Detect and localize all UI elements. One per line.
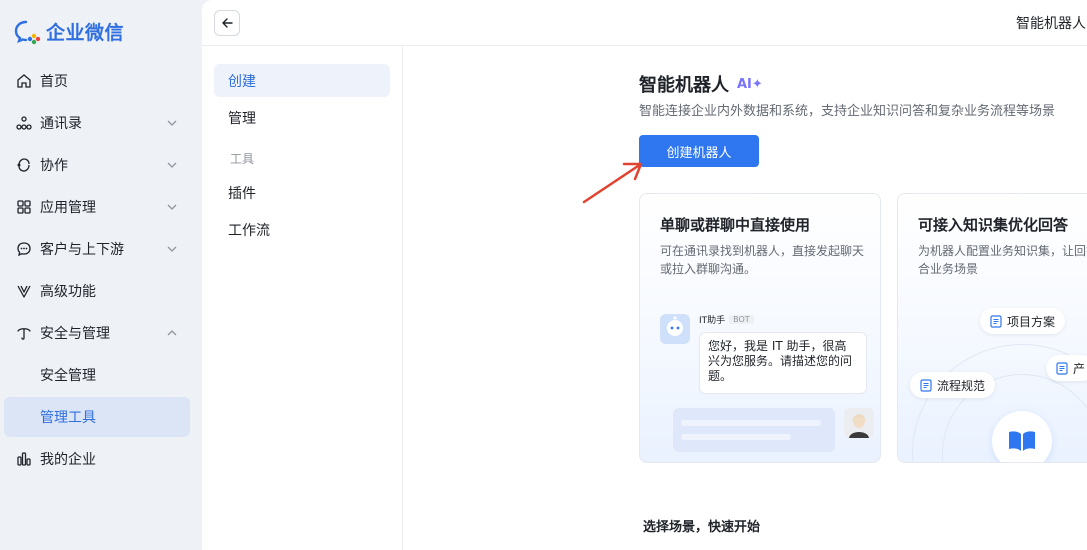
home-icon <box>17 74 31 88</box>
back-button[interactable] <box>214 10 240 36</box>
sidebar-item-security-admin[interactable]: 安全与管理 <box>4 313 190 353</box>
chat-bubble: 您好，我是 IT 助手，很高兴为您服务。请描述您的问题。 <box>699 332 867 394</box>
sidebar-item-label: 安全与管理 <box>40 326 110 342</box>
robot-icon <box>667 316 683 336</box>
sidebar-item-my-company[interactable]: 我的企业 <box>4 439 190 479</box>
create-robot-button[interactable]: 创建机器人 <box>639 135 759 167</box>
sidebar-item-label: 应用管理 <box>40 200 96 216</box>
knowledge-chip: 项目方案 <box>980 308 1066 334</box>
apps-icon <box>17 200 31 214</box>
chat-icon <box>17 242 31 257</box>
sidebar-item-collab[interactable]: 协作 <box>4 145 190 185</box>
company-icon <box>17 452 31 466</box>
security-icon <box>17 328 31 340</box>
advanced-icon <box>17 285 31 298</box>
user-avatar <box>844 408 874 438</box>
sidebar-item-customers[interactable]: 客户与上下游 <box>4 229 190 269</box>
bot-tag: BOT <box>729 315 754 324</box>
page-title-text: 智能机器人 <box>639 75 729 96</box>
page-title: 智能机器人 AI✦ <box>639 71 763 97</box>
reply-placeholder <box>673 408 835 452</box>
chevron-down-icon <box>167 246 177 252</box>
chip-label: 流程规范 <box>937 378 986 393</box>
sidebar-item-label: 安全管理 <box>40 368 96 384</box>
collab-icon <box>17 158 30 172</box>
bot-name: IT助手 BOT <box>699 313 754 326</box>
section-title: 选择场景，快速开始 <box>643 520 761 535</box>
chip-label: 项目方案 <box>1007 314 1056 329</box>
sidebar-item-apps[interactable]: 应用管理 <box>4 187 190 227</box>
knowledge-book <box>992 411 1052 462</box>
sidebar-item-admin-tools[interactable]: 管理工具 <box>4 397 190 437</box>
chevron-down-icon <box>167 120 177 126</box>
subnav-item-manage[interactable]: 管理 <box>214 101 390 134</box>
top-bar: 智能机器人 <box>202 0 1087 46</box>
arrow-left-icon <box>222 18 233 28</box>
sidebar-item-label: 协作 <box>40 158 68 174</box>
sidebar-item-contacts[interactable]: 通讯录 <box>4 103 190 143</box>
sidebar-item-label: 我的企业 <box>40 452 96 468</box>
wecom-logo-icon <box>14 20 41 44</box>
sidebar-item-security-management[interactable]: 安全管理 <box>4 355 190 395</box>
sidebar-item-advanced[interactable]: 高级功能 <box>4 271 190 311</box>
reply-line <box>681 434 791 440</box>
annotation-arrow-icon <box>582 162 643 204</box>
page-header-title: 智能机器人 <box>1016 16 1086 32</box>
sidebar-item-label: 通讯录 <box>40 116 82 132</box>
card-title: 可接入知识集优化回答 <box>918 216 1069 234</box>
ai-badge: AI✦ <box>737 76 763 92</box>
knowledge-chip: 产 <box>1046 355 1087 381</box>
card-description: 为机器人配置业务知识集，让回答更契合业务场景 <box>918 244 1087 276</box>
bot-avatar <box>660 314 690 344</box>
user-photo-icon <box>844 408 874 438</box>
sidebar: 企业微信 首页 通讯录 协作 应用管理 客户与上下游 高级功能 安全与管理 安全… <box>0 0 202 550</box>
app-logo[interactable]: 企业微信 <box>14 18 124 45</box>
app-name: 企业微信 <box>46 22 125 44</box>
document-icon <box>1056 361 1068 375</box>
reply-line <box>681 420 821 426</box>
chip-label: 产 <box>1073 361 1086 376</box>
subnav-section-tools: 工具 <box>230 152 255 166</box>
sidebar-item-label: 首页 <box>40 74 68 90</box>
card-title: 单聊或群聊中直接使用 <box>660 216 811 234</box>
sidebar-item-home[interactable]: 首页 <box>4 61 190 101</box>
subnav-item-workflow[interactable]: 工作流 <box>214 213 390 246</box>
chevron-up-icon <box>167 330 177 336</box>
subnav-item-create[interactable]: 创建 <box>214 64 390 97</box>
sidebar-item-label: 管理工具 <box>40 410 96 426</box>
sidebar-item-label: 高级功能 <box>40 284 96 300</box>
scenario-card-knowledge[interactable]: 可接入知识集优化回答 为机器人配置业务知识集，让回答更契合业务场景 项目方案 产… <box>897 193 1087 463</box>
page-description: 智能连接企业内外数据和系统，支持企业知识问答和复杂业务流程等场景 <box>639 104 1056 119</box>
card-description: 可在通讯录找到机器人，直接发起聊天或拉入群聊沟通。 <box>660 244 865 276</box>
main-panel: 智能机器人 创建 管理 工具 插件 工作流 智能机器人 AI✦ 智能连接企业内外… <box>202 0 1087 550</box>
document-icon <box>920 378 932 392</box>
org-icon <box>16 116 32 130</box>
sub-navigation: 创建 管理 工具 插件 工作流 <box>202 46 403 550</box>
subnav-item-plugins[interactable]: 插件 <box>214 176 390 209</box>
knowledge-chip: 流程规范 <box>910 372 996 398</box>
chevron-down-icon <box>167 204 177 210</box>
book-icon <box>1009 431 1035 451</box>
scenario-card-chat[interactable]: 单聊或群聊中直接使用 可在通讯录找到机器人，直接发起聊天或拉入群聊沟通。 IT助… <box>639 193 881 463</box>
document-icon <box>990 314 1002 328</box>
bot-name-text: IT助手 <box>699 316 726 326</box>
chevron-down-icon <box>167 162 177 168</box>
content-area: 智能机器人 AI✦ 智能连接企业内外数据和系统，支持企业知识问答和复杂业务流程等… <box>403 46 1087 550</box>
sidebar-item-label: 客户与上下游 <box>40 242 124 258</box>
